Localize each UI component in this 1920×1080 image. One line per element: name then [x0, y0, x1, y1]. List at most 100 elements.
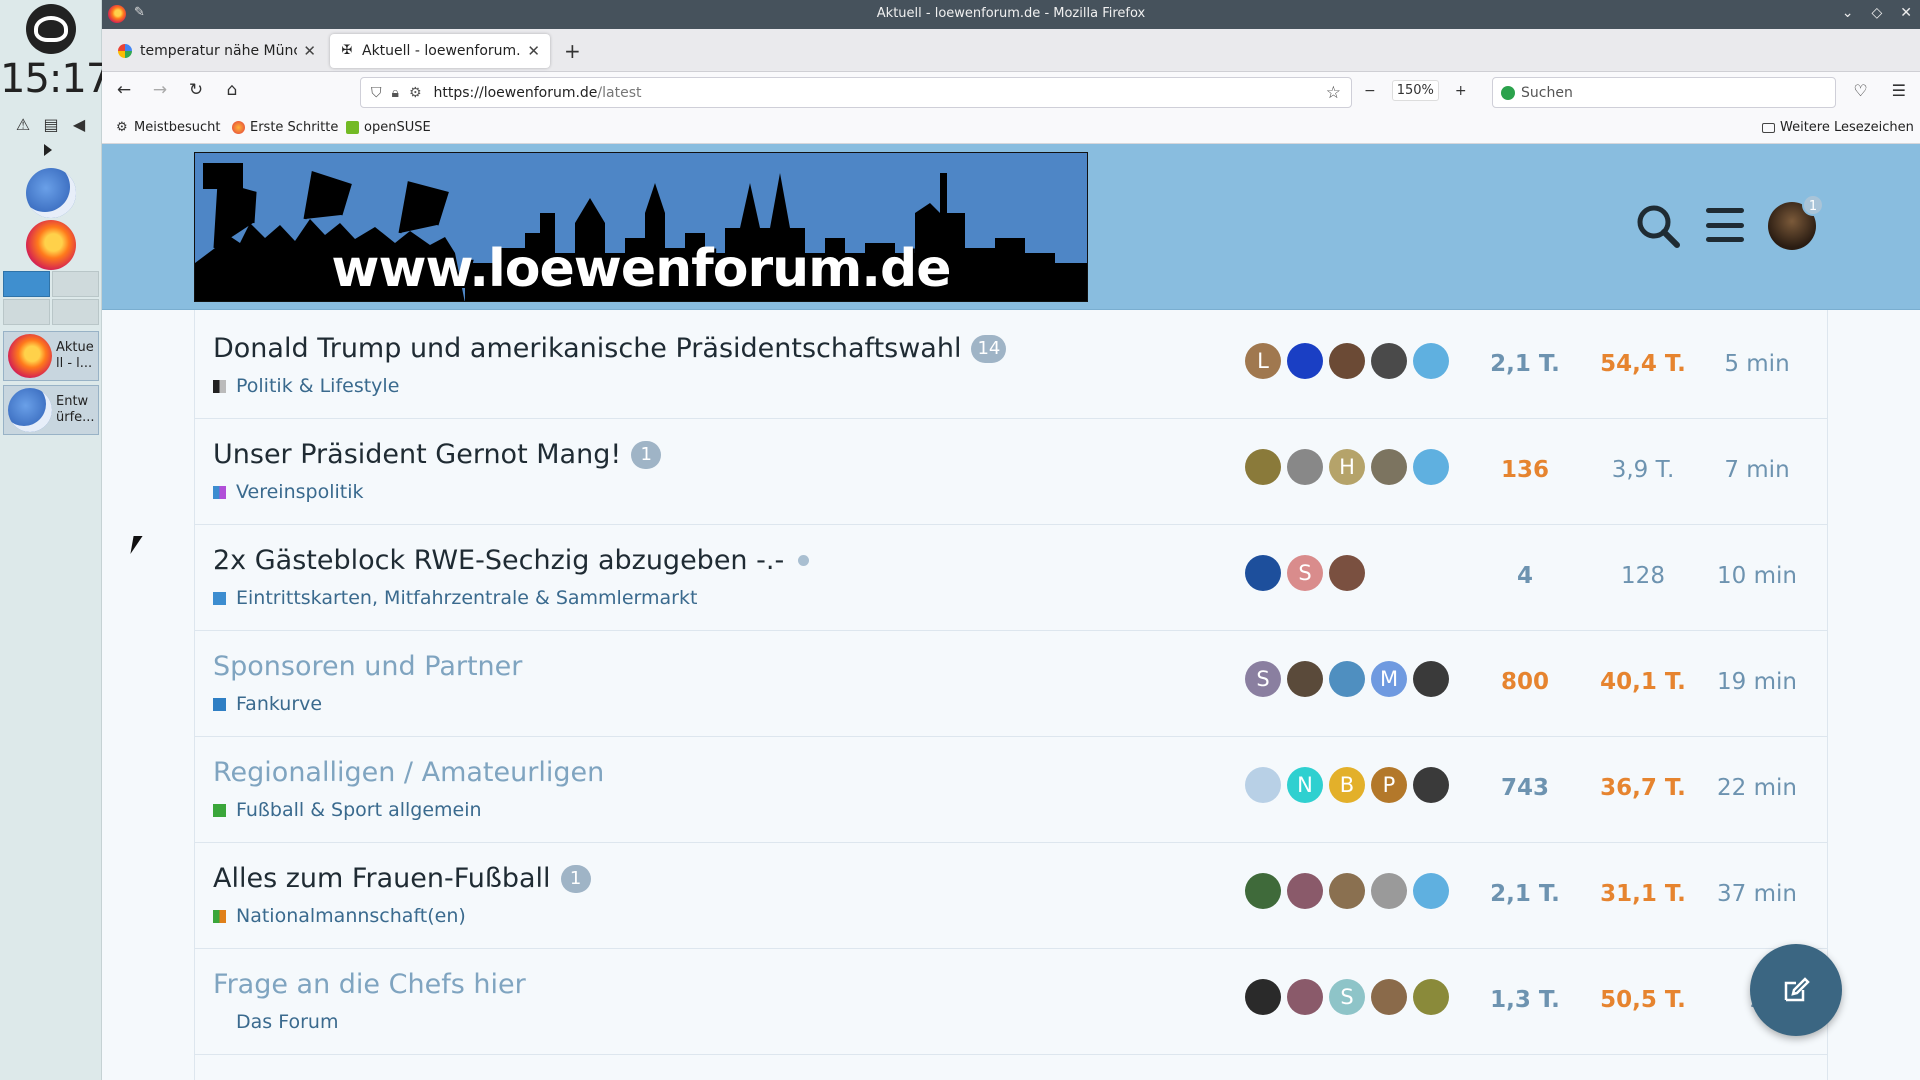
poster-avatar[interactable]: M: [1371, 661, 1407, 697]
topic-title-text[interactable]: Sponsoren und Partner: [213, 651, 522, 682]
maximize-icon[interactable]: ◇: [1871, 5, 1882, 21]
home-icon[interactable]: ⌂: [220, 80, 244, 100]
topic-category[interactable]: Eintrittskarten, Mitfahrzentrale & Samml…: [213, 587, 697, 609]
topic-row[interactable]: Sponsoren und Partner Fankurve S M 800 40,1 T…: [195, 631, 1827, 737]
category-label[interactable]: Fankurve: [236, 693, 322, 715]
bookmark-erste-schritte[interactable]: Erste Schritte: [232, 120, 338, 135]
topic-row[interactable]: Unser Präsident Gernot Mang! 1 Vereinspoli…: [195, 419, 1827, 525]
topic-category[interactable]: Das Forum: [213, 1011, 338, 1033]
notifications-icon[interactable]: ⚠: [14, 115, 32, 134]
poster-avatar[interactable]: [1245, 767, 1281, 803]
unread-count-badge[interactable]: 14: [971, 334, 1007, 363]
category-label[interactable]: Eintrittskarten, Mitfahrzentrale & Samml…: [236, 587, 697, 609]
poster-avatar[interactable]: S: [1287, 555, 1323, 591]
poster-avatar[interactable]: [1371, 343, 1407, 379]
reload-icon[interactable]: ↻: [184, 80, 208, 100]
poster-avatar[interactable]: [1287, 979, 1323, 1015]
poster-avatar[interactable]: S: [1329, 979, 1365, 1015]
panel-clock[interactable]: 15:17: [0, 56, 111, 102]
lock-icon[interactable]: 🔒︎: [392, 85, 399, 101]
topic-activity[interactable]: 19 min: [1695, 669, 1819, 695]
poster-avatar[interactable]: [1287, 449, 1323, 485]
poster-avatar[interactable]: [1329, 343, 1365, 379]
desktop-3[interactable]: [3, 299, 50, 325]
topic-title[interactable]: Sponsoren und Partner: [213, 651, 522, 682]
topic-row[interactable]: Donald Trump und amerikanische Präsident…: [195, 313, 1827, 419]
task-firefox[interactable]: Aktue ll - l...: [3, 331, 99, 381]
poster-avatar[interactable]: [1245, 449, 1281, 485]
poster-avatar[interactable]: [1413, 343, 1449, 379]
poster-avatar[interactable]: H: [1329, 449, 1365, 485]
poster-avatar[interactable]: P: [1371, 767, 1407, 803]
topic-category[interactable]: Nationalmannschaft(en): [213, 905, 466, 927]
poster-avatar[interactable]: [1371, 979, 1407, 1015]
topic-activity[interactable]: 7 min: [1695, 457, 1819, 483]
zoom-out-icon[interactable]: −: [1364, 83, 1376, 99]
tab-loewenforum[interactable]: ✠ Aktuell - loewenforum.de ✕: [330, 34, 550, 68]
topic-title[interactable]: Alles zum Frauen-Fußball 1: [213, 863, 591, 894]
clipboard-icon[interactable]: ▤: [42, 115, 60, 134]
topic-title[interactable]: Frage an die Chefs hier: [213, 969, 526, 1000]
poster-avatar[interactable]: [1371, 449, 1407, 485]
poster-avatar[interactable]: N: [1287, 767, 1323, 803]
bookmark-meistbesucht[interactable]: ⚙ Meistbesucht: [116, 120, 220, 135]
desktop-1[interactable]: [3, 271, 50, 297]
category-label[interactable]: Das Forum: [236, 1011, 338, 1033]
zoom-level[interactable]: 150%: [1391, 80, 1439, 101]
forward-icon[interactable]: →: [148, 80, 172, 100]
topic-activity[interactable]: 37 min: [1695, 881, 1819, 907]
topic-activity[interactable]: 22 min: [1695, 775, 1819, 801]
topic-category[interactable]: Politik & Lifestyle: [213, 375, 399, 397]
poster-avatar[interactable]: [1413, 873, 1449, 909]
poster-avatar[interactable]: S: [1245, 661, 1281, 697]
bookmark-opensuse[interactable]: openSUSE: [346, 120, 431, 135]
poster-avatar[interactable]: [1329, 661, 1365, 697]
topic-title-text[interactable]: Frage an die Chefs hier: [213, 969, 526, 1000]
firefox-launcher-icon[interactable]: [26, 220, 76, 270]
topic-title[interactable]: Regionalligen / Amateurligen: [213, 757, 604, 788]
poster-avatar[interactable]: [1329, 555, 1365, 591]
new-tab-icon[interactable]: +: [564, 39, 581, 63]
topic-category[interactable]: Fußball & Sport allgemein: [213, 799, 482, 821]
category-label[interactable]: Vereinspolitik: [236, 481, 364, 503]
unread-count-badge[interactable]: 1: [560, 864, 591, 893]
poster-avatar[interactable]: B: [1329, 767, 1365, 803]
tab-google[interactable]: temperatur nähe München ✕: [108, 34, 326, 68]
search-input[interactable]: Suchen: [1492, 77, 1836, 108]
application-launcher-icon[interactable]: [26, 4, 76, 54]
topic-activity[interactable]: 5 min: [1695, 351, 1819, 377]
topic-row[interactable]: 2x Gästeblock RWE-Sechzig abzugeben -.- E…: [195, 525, 1827, 631]
shield-icon[interactable]: ⛉: [371, 85, 382, 101]
tray-expand-icon[interactable]: [44, 144, 52, 156]
poster-avatar[interactable]: [1245, 873, 1281, 909]
close-icon[interactable]: ✕: [1900, 5, 1912, 21]
poster-avatar[interactable]: L: [1245, 343, 1281, 379]
url-bar[interactable]: ⛉ 🔒︎ ⚙ https://loewenforum.de/latest ☆: [360, 77, 1352, 108]
topic-category[interactable]: Fankurve: [213, 693, 322, 715]
topic-replies[interactable]: 800: [1465, 669, 1585, 695]
poster-avatar[interactable]: [1245, 555, 1281, 591]
topic-activity[interactable]: 10 min: [1695, 563, 1819, 589]
poster-avatar[interactable]: [1287, 343, 1323, 379]
task-thunderbird[interactable]: Entw ürfe...: [3, 385, 99, 435]
topic-title-text[interactable]: Alles zum Frauen-Fußball: [213, 863, 551, 894]
topic-title-text[interactable]: 2x Gästeblock RWE-Sechzig abzugeben -.-: [213, 545, 784, 576]
site-logo-banner[interactable]: www.loewenforum.de: [194, 152, 1088, 302]
topic-replies[interactable]: 2,1 T.: [1465, 881, 1585, 907]
poster-avatar[interactable]: [1413, 767, 1449, 803]
permissions-icon[interactable]: ⚙: [409, 85, 422, 101]
topic-title[interactable]: Donald Trump und amerikanische Präsident…: [213, 333, 1007, 364]
topic-replies[interactable]: 4: [1465, 563, 1585, 589]
topic-replies[interactable]: 2,1 T.: [1465, 351, 1585, 377]
poster-avatar[interactable]: [1287, 661, 1323, 697]
virtual-desktop-pager[interactable]: [3, 271, 99, 325]
category-label[interactable]: Fußball & Sport allgemein: [236, 799, 482, 821]
zoom-in-icon[interactable]: +: [1455, 83, 1467, 99]
poster-avatar[interactable]: [1287, 873, 1323, 909]
category-label[interactable]: Politik & Lifestyle: [236, 375, 399, 397]
close-tab-icon[interactable]: ✕: [527, 42, 540, 60]
bookmark-star-icon[interactable]: ☆: [1326, 83, 1341, 103]
poster-avatar[interactable]: [1329, 873, 1365, 909]
topic-title-text[interactable]: Regionalligen / Amateurligen: [213, 757, 604, 788]
close-tab-icon[interactable]: ✕: [303, 42, 316, 60]
